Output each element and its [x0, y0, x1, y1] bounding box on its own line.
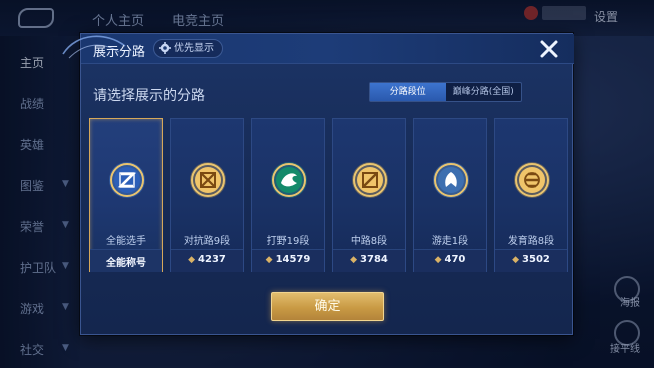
lane-points: ◆ 3784: [333, 254, 405, 265]
lane-card-footer: ◆ 3502: [495, 249, 567, 272]
farm-lane-badge-icon: [513, 161, 551, 199]
points-value: 3502: [522, 254, 550, 265]
select-lane-prompt: 请选择展示的分路: [93, 88, 205, 104]
roam-badge-icon: [432, 161, 470, 199]
lane-card-footer: ◆ 470: [414, 249, 486, 272]
lane-name: 游走1段: [431, 236, 469, 247]
lane-card[interactable]: 对抗路9段 ◆ 4237: [170, 118, 244, 272]
lane-card-footer: ◆ 3784: [333, 249, 405, 272]
points-icon: ◆: [188, 255, 196, 265]
lane-points: ◆ 3502: [495, 254, 567, 265]
title-tag: 全能称号: [106, 258, 146, 269]
lane-card[interactable]: 打野19段 ◆ 14579: [251, 118, 325, 272]
points-icon: ◆: [434, 255, 442, 265]
lane-card[interactable]: 发育路8段 ◆ 3502: [494, 118, 568, 272]
lane-card-footer: ◆ 14579: [252, 249, 324, 272]
points-value: 470: [444, 254, 466, 265]
clash-lane-badge-icon: [189, 161, 227, 199]
lane-card-footer: ◆ 4237: [171, 249, 243, 272]
lane-card-footer: 全能称号: [90, 249, 162, 272]
points-icon: ◆: [350, 255, 358, 265]
priority-label: 优先显示: [174, 43, 214, 54]
dialog-header: 展示分路 优先显示: [62, 34, 574, 64]
gear-icon: [159, 42, 171, 54]
all-round-badge-icon: [108, 161, 146, 199]
priority-display-button[interactable]: 优先显示: [153, 39, 223, 58]
lane-card-list: 全能选手 全能称号 对抗路9段 ◆ 4237 打野19段 ◆ 14579 中路8段 ◆ 378…: [89, 118, 568, 272]
lane-card[interactable]: 全能选手 全能称号: [89, 118, 163, 272]
lane-card[interactable]: 中路8段 ◆ 3784: [332, 118, 406, 272]
mid-lane-badge-icon: [351, 161, 389, 199]
lane-points: ◆ 4237: [171, 254, 243, 265]
toggle-peak-lane[interactable]: 巅峰分路(全国): [446, 83, 522, 101]
points-value: 4237: [198, 254, 226, 265]
confirm-button[interactable]: 确定: [271, 292, 384, 321]
lane-points: ◆ 14579: [252, 254, 324, 265]
lane-name: 全能选手: [106, 236, 146, 247]
points-value: 3784: [360, 254, 388, 265]
lane-mode-toggle: 分路段位 巅峰分路(全国): [369, 82, 522, 102]
points-icon: ◆: [265, 255, 273, 265]
points-icon: ◆: [512, 255, 520, 265]
dialog-title: 展示分路: [93, 45, 146, 60]
points-value: 14579: [275, 254, 311, 265]
toggle-lane-rank[interactable]: 分路段位: [370, 83, 446, 101]
lane-display-dialog: 展示分路 优先显示 请选择展示的分路 分路段位 巅峰分路(全国) 全能选手 全能…: [62, 33, 574, 335]
lane-name: 打野19段: [266, 236, 310, 247]
lane-name: 对抗路9段: [183, 236, 231, 247]
jungle-badge-icon: [270, 161, 308, 199]
lane-name: 中路8段: [350, 236, 388, 247]
lane-card[interactable]: 游走1段 ◆ 470: [413, 118, 487, 272]
close-icon[interactable]: [536, 36, 562, 62]
lane-points: ◆ 470: [414, 254, 486, 265]
lane-name: 发育路8段: [507, 236, 555, 247]
